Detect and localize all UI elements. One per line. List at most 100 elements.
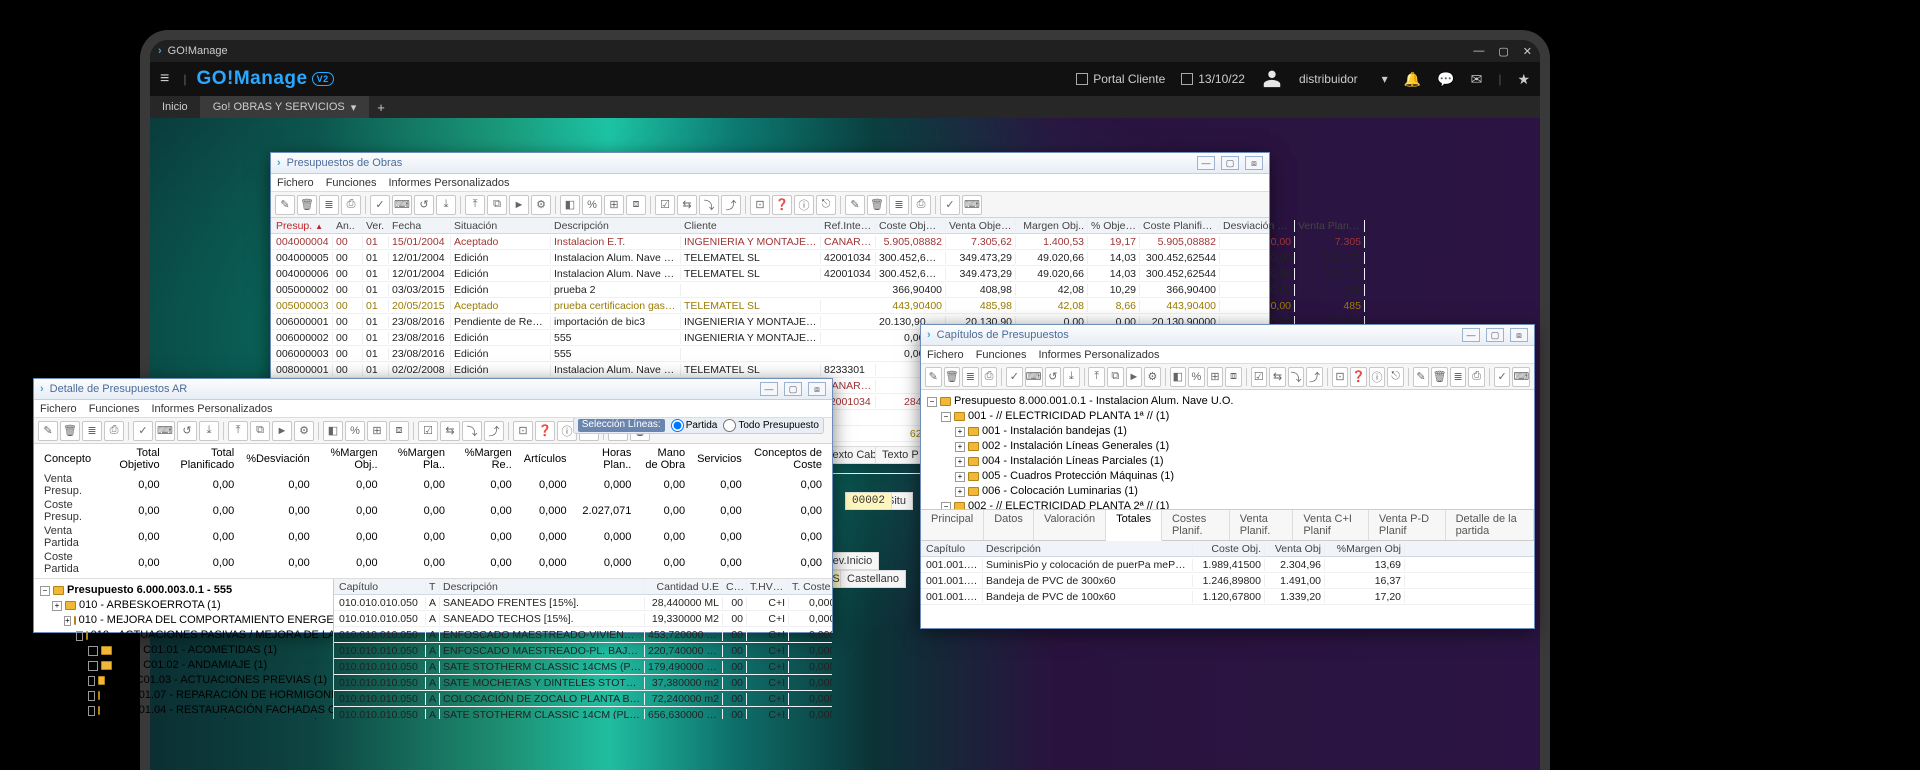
toolbar-button[interactable]: ⤓ — [199, 421, 219, 441]
toolbar-button[interactable]: ✓ — [940, 195, 960, 215]
toolbar-button[interactable]: ☑ — [655, 195, 675, 215]
toolbar-button[interactable]: ⤵ — [1288, 367, 1305, 387]
close-button[interactable]: ⧈ — [1245, 156, 1263, 170]
toolbar-button[interactable]: 🗑 — [944, 367, 961, 387]
menu-fichero[interactable]: Fichero — [40, 403, 77, 415]
toolbar-button[interactable]: ⌨ — [1025, 367, 1043, 387]
table-row[interactable]: 010.010.010.050AENFOSCADO MAESTREADO-PL.… — [334, 643, 832, 659]
expand-icon[interactable]: + — [955, 472, 965, 482]
toolbar-button[interactable]: ⌨ — [962, 195, 982, 215]
toolbar-button[interactable]: ❓ — [1350, 367, 1367, 387]
tree-node[interactable]: +005 - Cuadros Protección Máquinas (1) — [927, 469, 1528, 484]
collapse-icon[interactable]: − — [927, 397, 937, 407]
menu-icon[interactable]: ≡ — [160, 70, 169, 88]
toolbar-button[interactable]: ⎋ — [816, 195, 836, 215]
toolbar-button[interactable]: ✓ — [1494, 367, 1511, 387]
toolbar-button[interactable]: 🗑 — [867, 195, 887, 215]
toolbar-button[interactable]: ⎙ — [341, 195, 361, 215]
table-row[interactable]: 001.001.020Bandeja de PVC de 100x601.120… — [921, 589, 1534, 605]
toolbar-button[interactable]: ✎ — [38, 421, 58, 441]
expand-icon[interactable]: + — [955, 427, 965, 437]
toolbar-button[interactable]: ⊞ — [367, 421, 387, 441]
toolbar-button[interactable]: ⌨ — [155, 421, 175, 441]
tree-node[interactable]: +004 - Instalación Líneas Parciales (1) — [927, 454, 1528, 469]
toolbar-button[interactable]: ⊞ — [604, 195, 624, 215]
tab-venta-p-d-planif[interactable]: Venta P-D Planif — [1369, 510, 1446, 540]
toolbar-button[interactable]: ↺ — [1045, 367, 1062, 387]
toolbar-button[interactable]: ≣ — [1450, 367, 1467, 387]
window-titlebar[interactable]: › Capítulos de Presupuestos — ▢ ⧈ — [921, 325, 1534, 346]
tab-principal[interactable]: Principal — [921, 510, 984, 540]
toolbar-button[interactable]: ⤴ — [484, 421, 504, 441]
tab-costes-planif-[interactable]: Costes Planif. — [1162, 510, 1230, 540]
toolbar-button[interactable]: ⤒ — [465, 195, 485, 215]
grid-partidas[interactable]: CapítuloTDescripciónCantidad U.ECal.T.HV… — [334, 579, 832, 719]
toolbar-button[interactable]: ⎋ — [1387, 367, 1404, 387]
table-row[interactable]: 010.010.010.050AENFOSCADO MAESTREADO-VIV… — [334, 627, 832, 643]
tree-node[interactable]: +001 - Instalación bandejas (1) — [927, 424, 1528, 439]
tree-node[interactable]: +010 - C01.01 - ACOMETIDAS (1) — [40, 643, 327, 658]
toolbar-button[interactable]: ⓘ — [794, 195, 814, 215]
tree-node[interactable]: +060 - C01.08 - HERRERÍA Y METALISTERÍA … — [40, 718, 327, 719]
menu-funciones[interactable]: Funciones — [976, 349, 1027, 361]
radio-todo[interactable]: Todo Presupuesto — [723, 419, 819, 432]
toolbar-button[interactable]: ⤵ — [462, 421, 482, 441]
bell-icon[interactable]: 🔔 — [1404, 71, 1421, 88]
menu-informes[interactable]: Informes Personalizados — [151, 403, 272, 415]
toolbar-button[interactable]: % — [345, 421, 365, 441]
toolbar-button[interactable]: ↺ — [414, 195, 434, 215]
table-row[interactable]: 005000002000103/03/2015Ediciónprueba 236… — [271, 282, 1269, 298]
toolbar-button[interactable]: ✎ — [845, 195, 865, 215]
toolbar-button[interactable]: ⊡ — [750, 195, 770, 215]
tab-datos[interactable]: Datos — [984, 510, 1034, 540]
close-button[interactable]: ✕ — [1523, 45, 1532, 58]
tree-node[interactable]: −001 - // ELECTRICIDAD PLANTA 1ª // (1) — [927, 409, 1528, 424]
window-titlebar[interactable]: › Detalle de Presupuestos AR — ▢ ⧈ — [34, 379, 832, 400]
toolbar-button[interactable]: ◧ — [323, 421, 343, 441]
tab-venta-planif-[interactable]: Venta Planif. — [1230, 510, 1294, 540]
toolbar-button[interactable]: ► — [509, 195, 529, 215]
toolbar-button[interactable]: ⎙ — [911, 195, 931, 215]
toolbar-button[interactable]: ↺ — [177, 421, 197, 441]
close-button[interactable]: ⧈ — [808, 382, 826, 396]
tab-valoraci-n[interactable]: Valoración — [1034, 510, 1106, 540]
table-row[interactable]: 005000003000120/05/2015Aceptadoprueba ce… — [271, 298, 1269, 314]
toolbar-button[interactable]: % — [1188, 367, 1205, 387]
table-row[interactable]: 010.010.010.050ASATE STOTHERM CLASSIC 14… — [334, 707, 832, 719]
toolbar-button[interactable]: ⤓ — [436, 195, 456, 215]
user-avatar-icon[interactable] — [1261, 67, 1283, 92]
tree-node[interactable]: +010 - ARBESKOERROTA (1) — [40, 598, 327, 613]
toolbar-button[interactable]: 🗑 — [60, 421, 80, 441]
toolbar-button[interactable]: ☑ — [418, 421, 438, 441]
toolbar-button[interactable]: ⊡ — [1332, 367, 1349, 387]
toolbar-button[interactable]: ⧈ — [389, 421, 409, 441]
minimize-button[interactable]: — — [1462, 328, 1480, 342]
toolbar-button[interactable]: ⤓ — [1063, 367, 1080, 387]
user-dropdown[interactable]: distribuidor▾ — [1299, 72, 1388, 86]
menu-fichero[interactable]: Fichero — [277, 177, 314, 189]
toolbar-button[interactable]: ⓘ — [1369, 367, 1386, 387]
portal-cliente-link[interactable]: Portal Cliente — [1076, 72, 1165, 86]
menu-funciones[interactable]: Funciones — [89, 403, 140, 415]
toolbar-button[interactable]: ⚙ — [531, 195, 551, 215]
tab-texto-pie[interactable]: Texto P — [875, 446, 926, 464]
tab-detalle-de-la-partida[interactable]: Detalle de la partida — [1446, 510, 1534, 540]
menu-informes[interactable]: Informes Personalizados — [388, 177, 509, 189]
toolbar-button[interactable]: ► — [1126, 367, 1143, 387]
toolbar-button[interactable]: ⤴ — [721, 195, 741, 215]
expand-icon[interactable]: + — [88, 706, 95, 716]
add-tab-button[interactable]: + — [369, 100, 393, 115]
tab-obras[interactable]: Go! OBRAS Y SERVICIOS▾ — [201, 96, 370, 118]
table-row[interactable]: 010.010.010.050ASANEADO FRENTES [15%].28… — [334, 595, 832, 611]
toolbar-button[interactable]: ⚙ — [1144, 367, 1161, 387]
expand-icon[interactable]: + — [955, 442, 965, 452]
toolbar-button[interactable]: ⇆ — [1269, 367, 1286, 387]
toolbar-button[interactable]: ⤴ — [1306, 367, 1323, 387]
minimize-button[interactable]: — — [1197, 156, 1215, 170]
toolbar-button[interactable]: ≣ — [319, 195, 339, 215]
tree-node[interactable]: +010 - ACTUACIONES PASIVAS / MEJORA DE L… — [40, 628, 327, 643]
table-row[interactable]: 010.010.010.050ASANEADO TECHOS [15%].19,… — [334, 611, 832, 627]
toolbar-button[interactable]: ⊡ — [513, 421, 533, 441]
toolbar-button[interactable]: ⧉ — [487, 195, 507, 215]
toolbar-button[interactable]: ⧈ — [1225, 367, 1242, 387]
